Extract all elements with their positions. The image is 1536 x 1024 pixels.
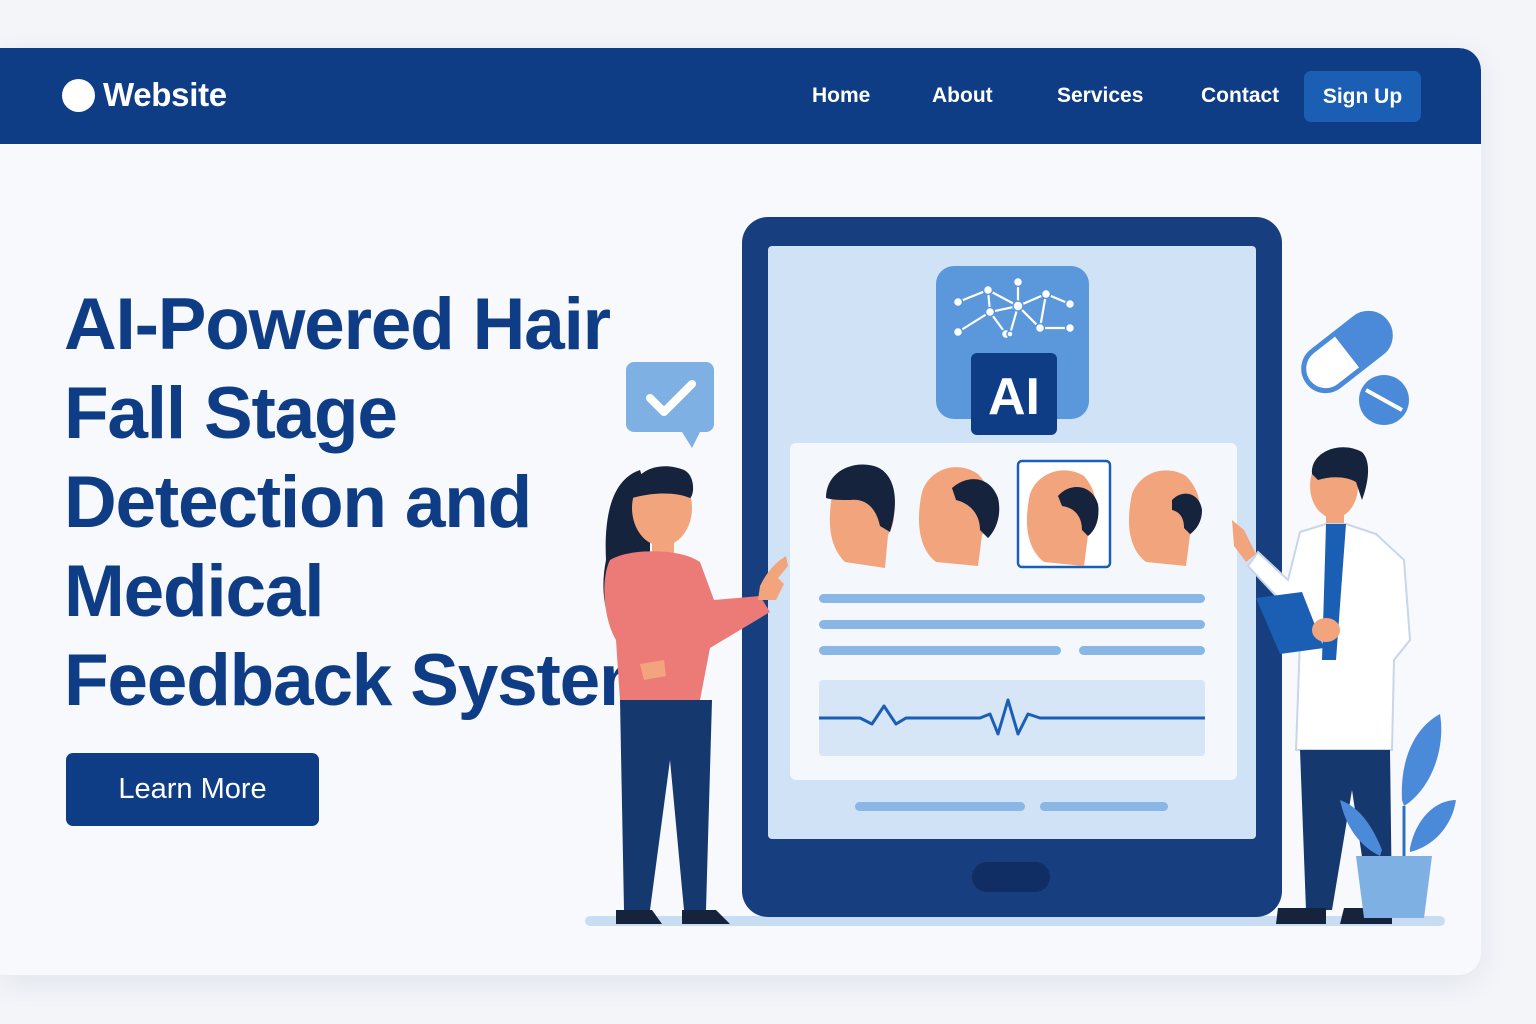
tablet-home-button (972, 862, 1050, 892)
ai-chip-icon: AI (936, 266, 1089, 435)
pill-icon (1301, 310, 1409, 425)
ai-badge-label: AI (988, 368, 1040, 426)
analysis-panel (790, 443, 1237, 780)
hero-illustration: AI (585, 217, 1456, 926)
checkmark-bubble-icon (626, 362, 714, 448)
landing-page-card: Website Home About Services Contact Sign… (0, 48, 1481, 975)
